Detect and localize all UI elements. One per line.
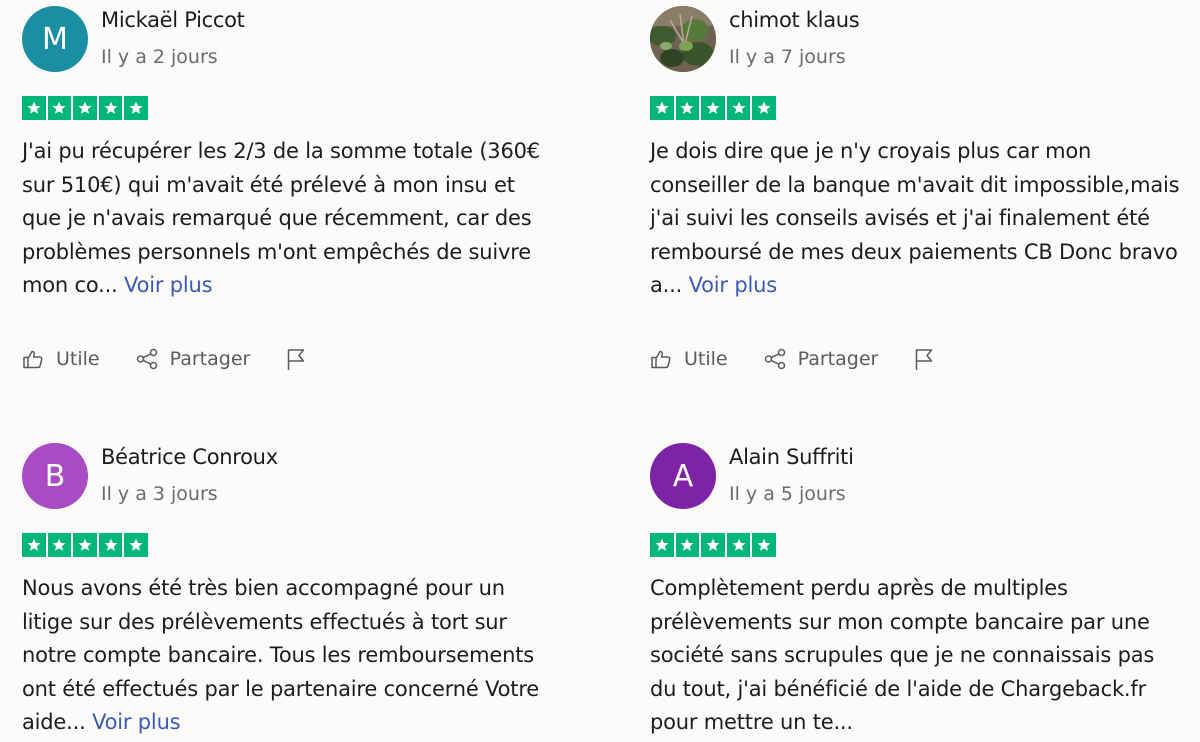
review-text: Je dois dire que je n'y croyais plus car… xyxy=(650,135,1180,303)
review-body: Complètement perdu après de multiples pr… xyxy=(650,576,1155,735)
star-icon xyxy=(98,96,123,120)
profile-photo xyxy=(650,6,716,72)
star-icon xyxy=(47,533,72,557)
review-card: chimot klaus Il y a 7 jours Je dois dire… xyxy=(650,6,1190,370)
star-icon xyxy=(675,533,700,557)
review-text: Complètement perdu après de multiples pr… xyxy=(650,572,1180,740)
avatar[interactable]: M xyxy=(22,6,88,72)
avatar[interactable]: A xyxy=(650,443,716,509)
star-icon xyxy=(701,533,725,557)
useful-label: Utile xyxy=(684,348,728,370)
share-button[interactable]: Partager xyxy=(763,348,879,370)
star-icon xyxy=(73,533,97,557)
share-button[interactable]: Partager xyxy=(135,348,251,370)
avatar[interactable] xyxy=(650,6,716,72)
star-icon xyxy=(650,533,674,557)
share-icon xyxy=(135,348,170,370)
report-button[interactable] xyxy=(913,347,935,371)
share-label: Partager xyxy=(797,348,879,370)
review-header: A Alain Suffriti Il y a 5 jours xyxy=(650,443,1190,527)
review-header: B Béatrice Conroux Il y a 3 jours xyxy=(22,443,562,527)
review-header: M Mickaël Piccot Il y a 2 jours xyxy=(22,6,562,90)
review-card: B Béatrice Conroux Il y a 3 jours Nous a… xyxy=(22,443,562,740)
star-icon xyxy=(701,96,725,120)
star-rating xyxy=(22,533,562,557)
share-icon xyxy=(763,348,798,370)
review-header: chimot klaus Il y a 7 jours xyxy=(650,6,1190,90)
author-name[interactable]: chimot klaus xyxy=(729,8,860,32)
review-actions: Utile Partager xyxy=(22,344,307,374)
thumbs-up-icon xyxy=(22,348,56,370)
author-name[interactable]: Mickaël Piccot xyxy=(101,8,245,32)
star-icon xyxy=(752,533,776,557)
flag-icon xyxy=(285,347,307,371)
star-icon xyxy=(98,533,123,557)
useful-label: Utile xyxy=(56,348,100,370)
star-icon xyxy=(22,533,46,557)
read-more-link[interactable]: Voir plus xyxy=(124,273,213,297)
star-icon xyxy=(726,96,751,120)
star-icon xyxy=(752,96,776,120)
read-more-link[interactable]: Voir plus xyxy=(92,710,181,734)
author-name[interactable]: Alain Suffriti xyxy=(729,445,854,469)
star-icon xyxy=(22,96,46,120)
star-icon xyxy=(124,96,148,120)
review-text: J'ai pu récupérer les 2/3 de la somme to… xyxy=(22,135,552,303)
flag-icon xyxy=(913,347,935,371)
review-card: A Alain Suffriti Il y a 5 jours Complète… xyxy=(650,443,1190,740)
read-more-link[interactable]: Voir plus xyxy=(689,273,778,297)
review-body: J'ai pu récupérer les 2/3 de la somme to… xyxy=(22,139,540,298)
report-button[interactable] xyxy=(285,347,307,371)
review-date: Il y a 3 jours xyxy=(101,483,218,505)
avatar[interactable]: B xyxy=(22,443,88,509)
useful-button[interactable]: Utile xyxy=(650,348,728,370)
star-icon xyxy=(47,96,72,120)
thumbs-up-icon xyxy=(650,348,684,370)
star-rating xyxy=(650,533,1190,557)
review-date: Il y a 5 jours xyxy=(729,483,846,505)
star-icon xyxy=(73,96,97,120)
star-rating xyxy=(650,96,1190,120)
reviews-grid: M Mickaël Piccot Il y a 2 jours J'ai pu … xyxy=(0,0,1200,742)
useful-button[interactable]: Utile xyxy=(22,348,100,370)
star-rating xyxy=(22,96,562,120)
review-text: Nous avons été très bien accompagné pour… xyxy=(22,572,552,740)
star-icon xyxy=(675,96,700,120)
star-icon xyxy=(726,533,751,557)
star-icon xyxy=(124,533,148,557)
review-card: M Mickaël Piccot Il y a 2 jours J'ai pu … xyxy=(22,6,562,370)
review-date: Il y a 2 jours xyxy=(101,46,218,68)
share-label: Partager xyxy=(169,348,251,370)
author-name[interactable]: Béatrice Conroux xyxy=(101,445,278,469)
review-actions: Utile Partager xyxy=(650,344,935,374)
review-date: Il y a 7 jours xyxy=(729,46,846,68)
star-icon xyxy=(650,96,674,120)
